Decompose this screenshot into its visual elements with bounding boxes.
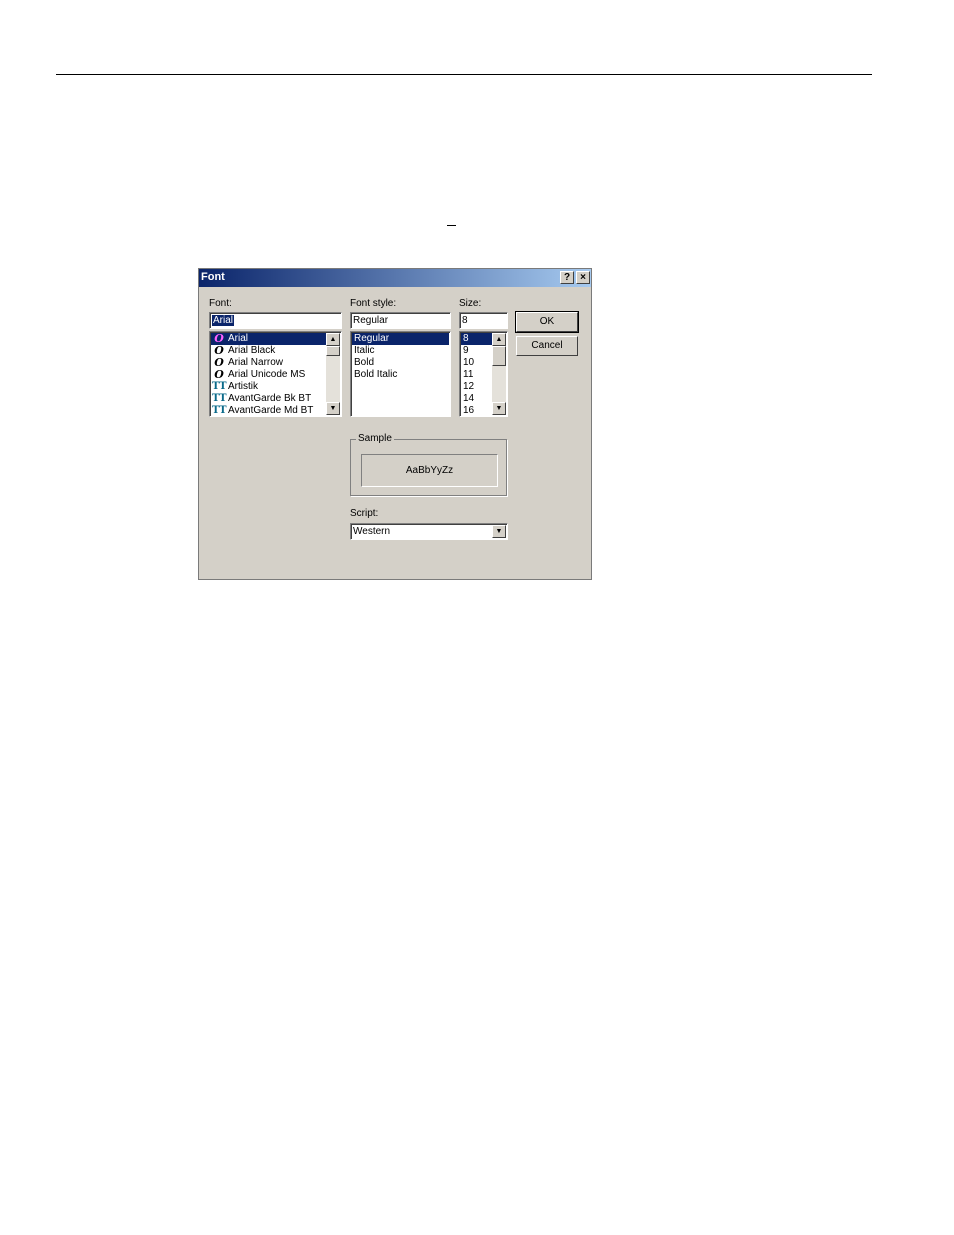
list-item-label: 14 — [463, 393, 475, 404]
list-item[interactable]: 11 — [461, 369, 492, 381]
script-dropdown-button[interactable]: ▼ — [492, 525, 506, 538]
sample-preview: AaBbYyZz — [361, 454, 498, 487]
list-item-label: Arial Unicode MS — [228, 369, 306, 380]
font-label: Font: — [209, 298, 232, 309]
list-item-label: 10 — [463, 357, 475, 368]
list-item[interactable]: O Arial Black — [211, 345, 326, 357]
list-item[interactable]: 12 — [461, 381, 492, 393]
script-select[interactable]: Western ▼ — [350, 523, 508, 540]
arrow-up-icon: ▲ — [495, 336, 503, 343]
arrow-down-icon: ▼ — [329, 405, 337, 412]
list-item[interactable]: TT Artistik — [211, 381, 326, 393]
dialog-title: Font — [201, 271, 225, 283]
list-item[interactable]: O Arial Unicode MS — [211, 369, 326, 381]
list-item-label: Artistik — [228, 381, 258, 392]
list-item-label: Arial Black — [228, 345, 276, 356]
scroll-thumb[interactable] — [492, 346, 506, 366]
truetype-font-icon: TT — [212, 405, 227, 416]
truetype-font-icon: TT — [212, 381, 227, 392]
font-style-input[interactable]: Regular — [350, 312, 451, 329]
opentype-font-icon: O — [214, 332, 224, 345]
list-item[interactable]: 8 — [461, 333, 492, 345]
scroll-up-button[interactable]: ▲ — [326, 333, 340, 346]
dialog-titlebar[interactable]: Font ? × — [199, 269, 591, 287]
ok-button[interactable]: OK — [515, 311, 579, 333]
page-underline-mark — [447, 225, 456, 226]
sample-group-label: Sample — [356, 433, 394, 444]
close-icon: × — [580, 272, 586, 283]
list-item-label: 8 — [463, 333, 469, 344]
list-item[interactable]: O Arial — [211, 333, 326, 345]
list-item-label: AvantGarde Md BT — [228, 405, 314, 416]
close-button[interactable]: × — [576, 271, 590, 284]
list-item[interactable]: TT AvantGarde Md BT — [211, 405, 326, 416]
list-item[interactable]: Bold Italic — [352, 369, 449, 381]
opentype-font-icon: O — [214, 356, 224, 369]
list-item[interactable]: O Arial Narrow — [211, 357, 326, 369]
page-top-rule — [56, 74, 872, 75]
size-input[interactable]: 8 — [459, 312, 508, 329]
scroll-up-button[interactable]: ▲ — [492, 333, 506, 346]
list-item-label: 9 — [463, 345, 469, 356]
list-item-label: Arial Narrow — [228, 357, 284, 368]
list-item-label: Regular — [354, 333, 390, 344]
truetype-font-icon: TT — [212, 393, 227, 404]
list-item-label: Bold — [354, 357, 375, 368]
arrow-down-icon: ▼ — [495, 405, 503, 412]
list-item-label: Arial — [228, 333, 249, 344]
list-item-label: AvantGarde Bk BT — [228, 393, 312, 404]
list-item-label: 16 — [463, 405, 475, 416]
chevron-down-icon: ▼ — [495, 528, 503, 535]
script-value: Western — [353, 526, 391, 537]
font-style-value: Regular — [353, 315, 389, 326]
opentype-font-icon: O — [214, 368, 224, 381]
scroll-down-button[interactable]: ▼ — [326, 402, 340, 415]
help-icon: ? — [563, 272, 571, 283]
list-item-label: Italic — [354, 345, 375, 356]
size-value: 8 — [462, 315, 468, 326]
cancel-button[interactable]: Cancel — [516, 336, 578, 356]
list-item[interactable]: Bold — [352, 357, 449, 369]
font-dialog: Font ? × Font: Arial TT AvantGarde Md BT T… — [198, 268, 592, 580]
font-name-value: Arial — [212, 315, 235, 326]
script-label: Script: — [350, 508, 379, 519]
help-button[interactable]: ? — [560, 271, 574, 284]
arrow-up-icon: ▲ — [329, 336, 337, 343]
list-item-label: 11 — [463, 369, 474, 380]
size-list-scrollbar[interactable]: ▲ ▼ — [492, 333, 506, 415]
list-item-label: 12 — [463, 381, 475, 392]
list-item[interactable]: 9 — [461, 345, 492, 357]
font-list-scrollbar[interactable]: ▲ ▼ — [326, 333, 340, 415]
scroll-down-button[interactable]: ▼ — [492, 402, 506, 415]
list-item[interactable]: 14 — [461, 393, 492, 405]
font-style-listbox[interactable]: Bold Italic Bold Italic Regular — [350, 331, 451, 417]
size-label: Size: — [459, 298, 482, 309]
font-listbox[interactable]: TT AvantGarde Md BT TT AvantGarde Bk BT TT Ar… — [209, 331, 342, 417]
list-item[interactable]: Regular — [352, 333, 449, 345]
list-item[interactable]: 16 — [461, 405, 492, 416]
list-item[interactable]: TT AvantGarde Bk BT — [211, 393, 326, 405]
opentype-font-icon: O — [214, 344, 224, 357]
list-item-label: Bold Italic — [354, 369, 398, 380]
scroll-thumb[interactable] — [326, 346, 340, 356]
size-listbox[interactable]: 16 14 12 11 10 9 8 ▲ ▼ — [459, 331, 508, 417]
list-item[interactable]: 10 — [461, 357, 492, 369]
list-item[interactable]: Italic — [352, 345, 449, 357]
font-style-label: Font style: — [350, 298, 397, 309]
font-name-input[interactable]: Arial — [209, 312, 342, 329]
